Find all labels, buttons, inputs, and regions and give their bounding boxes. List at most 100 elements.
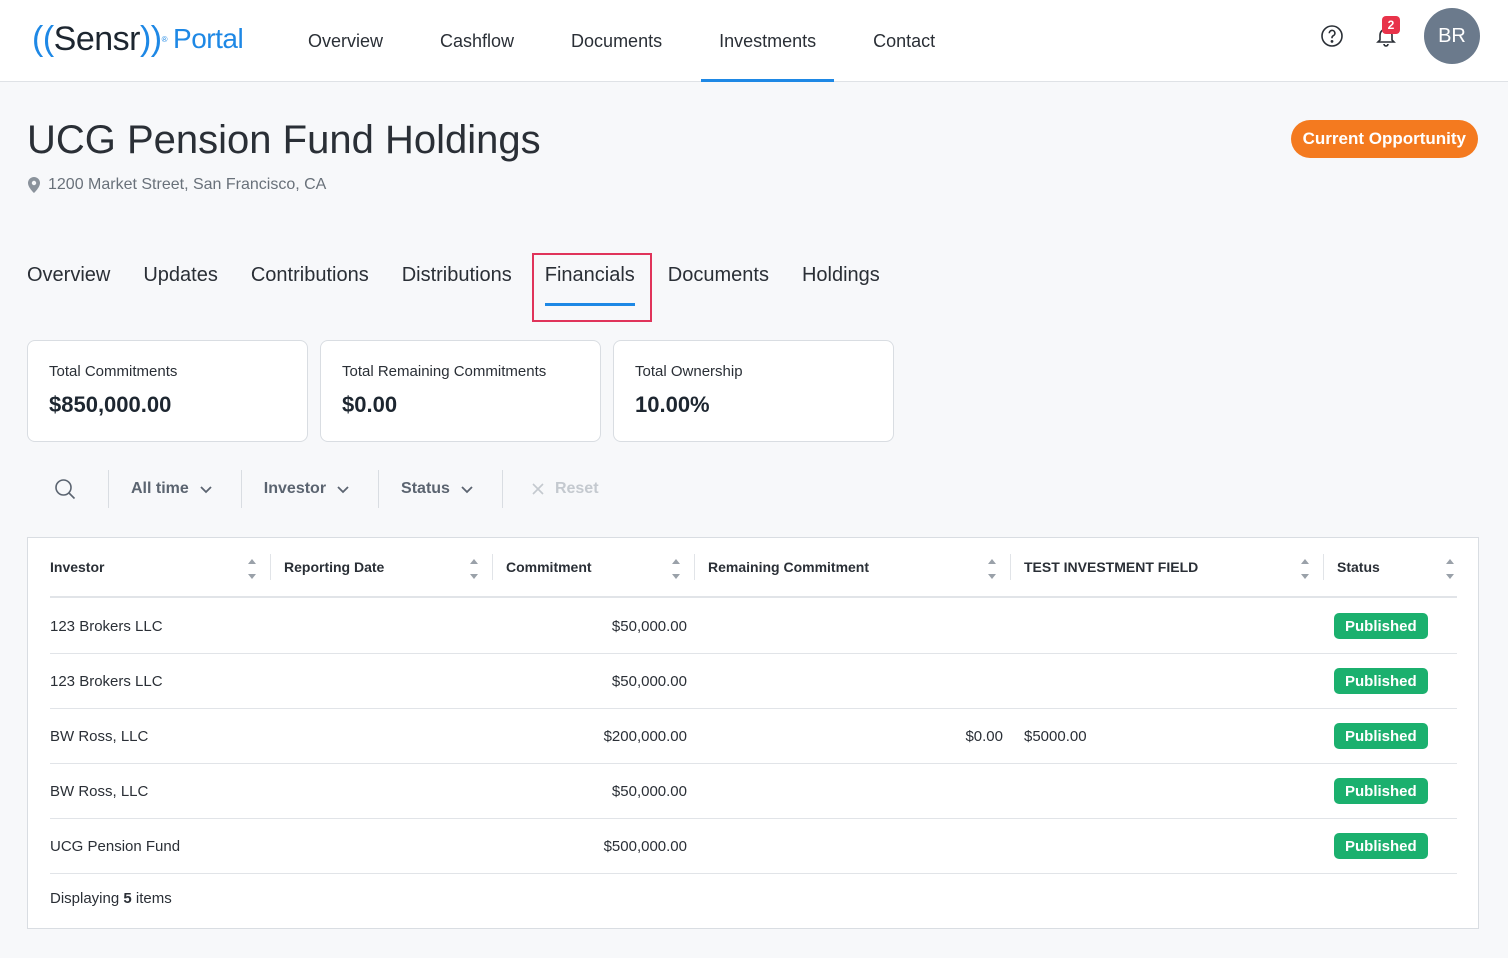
- cell-investor: UCG Pension Fund: [50, 837, 181, 855]
- footer-count: 5: [123, 890, 132, 907]
- nav-contact[interactable]: Contact: [855, 0, 953, 82]
- reset-filters-button[interactable]: Reset: [515, 480, 615, 498]
- cell-remaining: [695, 764, 1011, 819]
- nav-documents[interactable]: Documents: [553, 0, 680, 82]
- investment-tabs: Overview Updates Contributions Distribut…: [27, 253, 913, 322]
- cell-investor: 123 Brokers LLC: [50, 617, 163, 635]
- filter-divider: [501, 470, 503, 508]
- search-icon[interactable]: [40, 469, 90, 509]
- sort-icon[interactable]: [671, 558, 681, 580]
- nav-investments[interactable]: Investments: [701, 0, 835, 82]
- sensr-portal-logo[interactable]: ((Sensr)) ® Portal: [32, 14, 244, 64]
- table-row[interactable]: 123 Brokers LLC $50,000.00 Published: [50, 654, 1457, 709]
- col-status[interactable]: Status: [1324, 552, 1457, 582]
- footer-prefix: Displaying: [50, 890, 120, 907]
- cell-commitment: $50,000.00: [611, 782, 687, 800]
- cell-commitment: $200,000.00: [603, 727, 687, 745]
- total-ownership-card: Total Ownership 10.00%: [613, 340, 894, 442]
- notifications-bell-icon[interactable]: 2: [1366, 16, 1406, 56]
- filter-divider: [108, 470, 109, 508]
- logo-brand: Sensr: [53, 19, 141, 58]
- notification-count-badge: 2: [1382, 16, 1400, 34]
- cell-status: Published: [1324, 819, 1457, 874]
- tab-updates[interactable]: Updates: [143, 255, 218, 319]
- status-filter-dropdown[interactable]: Status: [391, 480, 484, 498]
- address-text: 1200 Market Street, San Francisco, CA: [48, 176, 327, 193]
- cell-commitment: $500,000.00: [603, 837, 687, 855]
- cell-investor: BW Ross, LLC: [50, 727, 149, 745]
- help-icon[interactable]: [1312, 16, 1352, 56]
- status-badge: Published: [1334, 613, 1428, 639]
- cell-remaining: [695, 819, 1011, 874]
- top-actions: 2 BR: [1312, 8, 1480, 64]
- cell-reporting-date: [271, 819, 493, 874]
- table-header: Investor Reporting Date Commitment Remai…: [50, 552, 1457, 598]
- tab-documents[interactable]: Documents: [668, 255, 769, 319]
- financials-table: Investor Reporting Date Commitment Remai…: [27, 537, 1479, 929]
- table-row[interactable]: UCG Pension Fund $500,000.00 Published: [50, 819, 1457, 874]
- main-nav: Overview Cashflow Documents Investments …: [290, 0, 974, 82]
- col-label: Reporting Date: [284, 559, 385, 575]
- logo-portal: Portal: [173, 23, 244, 54]
- cell-commitment: $50,000.00: [611, 672, 687, 690]
- card-label: Total Commitments: [49, 363, 178, 380]
- tab-holdings[interactable]: Holdings: [802, 255, 880, 319]
- cell-reporting-date: [271, 599, 493, 654]
- location-pin-icon: [28, 177, 40, 193]
- total-commitments-card: Total Commitments $850,000.00: [27, 340, 308, 442]
- top-navbar: ((Sensr)) ® Portal Overview Cashflow Docum…: [0, 0, 1508, 82]
- status-badge: Published: [1334, 723, 1428, 749]
- table-row[interactable]: BW Ross, LLC $50,000.00 Published: [50, 764, 1457, 819]
- chevron-down-icon: [336, 482, 350, 496]
- col-label: Commitment: [506, 559, 592, 575]
- items-count: Displaying 5 items: [50, 890, 172, 907]
- nav-cashflow[interactable]: Cashflow: [422, 0, 532, 82]
- tab-financials[interactable]: Financials: [531, 253, 652, 322]
- investor-filter-label: Investor: [263, 480, 327, 497]
- cell-status: Published: [1324, 654, 1457, 709]
- cell-test-field: [1011, 819, 1324, 874]
- col-remaining-commitment[interactable]: Remaining Commitment: [695, 552, 1011, 582]
- sort-icon[interactable]: [247, 558, 257, 580]
- investor-filter-dropdown[interactable]: Investor: [254, 480, 360, 498]
- status-badge: Published: [1334, 778, 1428, 804]
- reset-label: Reset: [554, 480, 599, 497]
- card-value: $850,000.00: [49, 392, 172, 417]
- sort-icon[interactable]: [987, 558, 997, 580]
- cell-test-field: $5000.00: [1024, 727, 1087, 745]
- cell-reporting-date: [271, 709, 493, 764]
- chevron-down-icon: [460, 482, 474, 496]
- table-row[interactable]: BW Ross, LLC $200,000.00 $0.00 $5000.00 …: [50, 709, 1457, 764]
- sort-icon[interactable]: [1445, 558, 1455, 580]
- cell-commitment: $50,000.00: [611, 617, 687, 635]
- total-remaining-commitments-card: Total Remaining Commitments $0.00: [320, 340, 601, 442]
- current-opportunity-badge: Current Opportunity: [1290, 120, 1478, 158]
- col-test-investment-field[interactable]: TEST INVESTMENT FIELD: [1011, 552, 1324, 582]
- cell-investor: 123 Brokers LLC: [50, 672, 163, 690]
- sort-icon[interactable]: [1300, 558, 1310, 580]
- cell-remaining: $0.00: [965, 727, 1003, 745]
- time-filter-label: All time: [131, 480, 189, 497]
- col-commitment[interactable]: Commitment: [493, 552, 695, 582]
- col-investor[interactable]: Investor: [50, 552, 271, 582]
- logo-reg: ®: [161, 34, 168, 44]
- tab-distributions[interactable]: Distributions: [402, 255, 512, 319]
- cell-status: Published: [1324, 599, 1457, 654]
- address: 1200 Market Street, San Francisco, CA: [28, 176, 326, 194]
- status-badge: Published: [1334, 668, 1428, 694]
- page-title: UCG Pension Fund Holdings: [27, 118, 541, 162]
- nav-overview[interactable]: Overview: [290, 0, 401, 82]
- sort-icon[interactable]: [469, 558, 479, 580]
- cell-status: Published: [1324, 764, 1457, 819]
- col-reporting-date[interactable]: Reporting Date: [271, 552, 493, 582]
- cell-investor: BW Ross, LLC: [50, 782, 149, 800]
- col-label: TEST INVESTMENT FIELD: [1024, 559, 1199, 575]
- cell-reporting-date: [271, 764, 493, 819]
- time-filter-dropdown[interactable]: All time: [121, 480, 223, 498]
- tab-overview[interactable]: Overview: [27, 255, 110, 319]
- col-label: Remaining Commitment: [708, 559, 870, 575]
- user-avatar[interactable]: BR: [1424, 8, 1480, 64]
- tab-contributions[interactable]: Contributions: [251, 255, 369, 319]
- status-badge: Published: [1334, 833, 1428, 859]
- table-row[interactable]: 123 Brokers LLC $50,000.00 Published: [50, 599, 1457, 654]
